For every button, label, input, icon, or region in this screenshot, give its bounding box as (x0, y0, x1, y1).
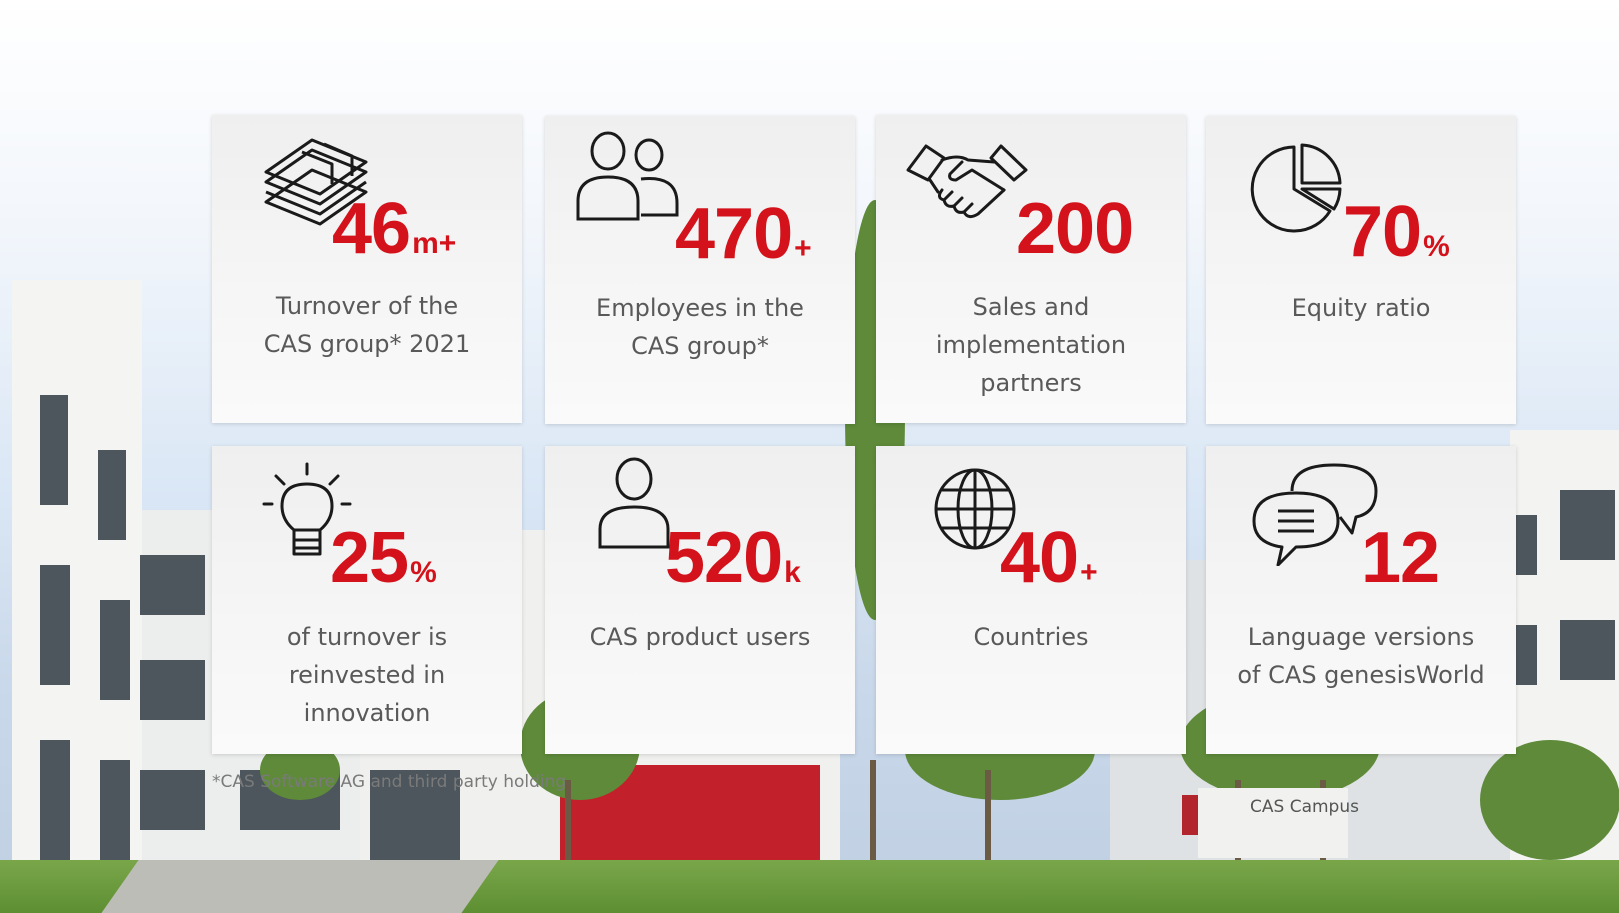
stat-card-innovation: 25% of turnover is reinvested in innovat… (212, 446, 522, 754)
stat-label: Sales and implementation partners (876, 288, 1186, 402)
stat-label-line: Employees in the (596, 294, 804, 322)
stat-label-line: CAS group* 2021 (263, 330, 471, 358)
stat-value: 12 (1361, 518, 1440, 598)
stat-suffix: + (794, 232, 812, 265)
stat-value: 470 (675, 194, 793, 274)
stat-label-line: Equity ratio (1291, 294, 1431, 322)
stat-card-equity: 70% Equity ratio (1206, 116, 1516, 424)
stat-label-line: Sales and (972, 293, 1090, 321)
stat-suffix: k (784, 556, 801, 589)
stat-label-line: Language versions (1247, 623, 1475, 651)
stat-card-languages: 12 Language versions of CAS genesisWorld (1206, 446, 1516, 754)
stat-value: 40 (1000, 518, 1079, 598)
stat-suffix: % (1423, 230, 1450, 263)
stat-suffix: m+ (412, 227, 457, 260)
stat-card-countries: 40+ Countries (876, 446, 1186, 754)
stat-label-line: of turnover is (286, 623, 448, 651)
stat-label-line: partners (980, 369, 1082, 397)
campus-sign-text: CAS Campus (1250, 797, 1359, 817)
stat-suffix: % (410, 556, 437, 589)
stat-value: 25 (330, 518, 409, 598)
stat-label: Countries (876, 618, 1186, 656)
stat-label-line: reinvested in (288, 661, 446, 689)
stat-label: Turnover of the CAS group* 2021 (212, 287, 522, 363)
pie-chart-icon (1250, 143, 1342, 233)
footnote: *CAS Software AG and third party holding (212, 772, 567, 792)
handshake-icon (906, 144, 1028, 219)
stat-card-employees: 470+ Employees in the CAS group* (545, 116, 855, 424)
stat-label: Equity ratio (1206, 289, 1516, 327)
stat-suffix: + (1080, 556, 1098, 589)
stat-label-line: CAS group* (631, 332, 769, 360)
stat-value: 46 (332, 189, 411, 269)
stat-label-line: of CAS genesisWorld (1237, 661, 1485, 689)
stat-value: 200 (1016, 189, 1134, 269)
user-icon (598, 457, 670, 549)
stat-card-users: 520k CAS product users (545, 446, 855, 754)
stat-label-line: implementation (935, 331, 1127, 359)
stat-card-turnover: 46m+ Turnover of the CAS group* 2021 (212, 115, 522, 423)
stat-label: Employees in the CAS group* (545, 289, 855, 365)
stat-label: Language versions of CAS genesisWorld (1206, 618, 1516, 694)
stat-label-line: CAS product users (589, 623, 811, 651)
stat-value: 520 (665, 518, 783, 598)
stat-label-line: innovation (303, 699, 431, 727)
stat-label: CAS product users (545, 618, 855, 656)
stat-value: 70 (1343, 192, 1422, 272)
stat-label-line: Turnover of the (275, 292, 459, 320)
stat-card-partners: 200 Sales and implementation partners (876, 115, 1186, 423)
stat-label-line: Countries (973, 623, 1089, 651)
people-icon (576, 131, 679, 221)
stat-label: of turnover is reinvested in innovation (212, 618, 522, 732)
